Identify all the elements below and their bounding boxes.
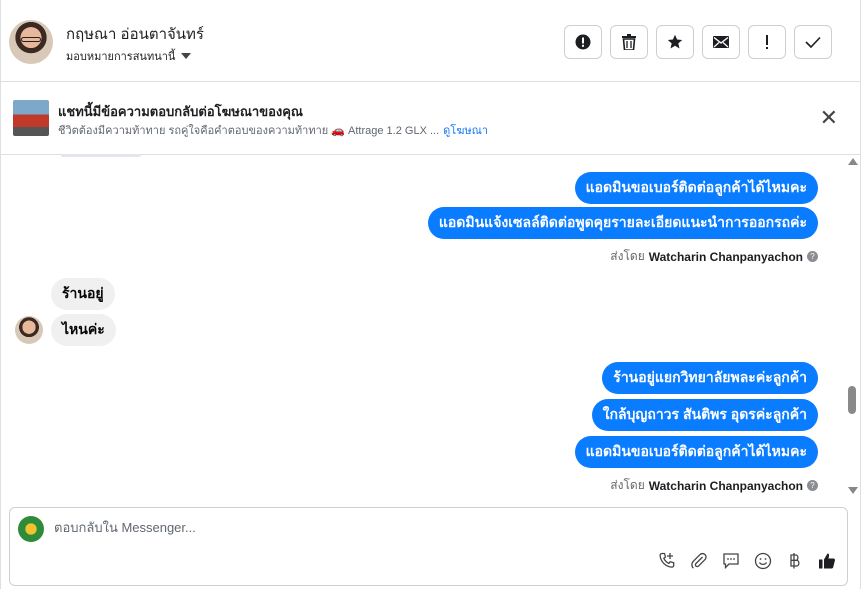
outgoing-message[interactable]: แอดมินขอเบอร์ติดต่อลูกค้าได้ไหมคะ bbox=[574, 436, 818, 468]
follow-up-button[interactable] bbox=[748, 25, 786, 59]
scroll-up-arrow-icon[interactable] bbox=[848, 158, 858, 165]
envelope-icon bbox=[713, 36, 729, 48]
message-thread: แอดมินขอเบอร์ติดต่อลูกค้าได้ไหมคะ แอดมิน… bbox=[1, 154, 845, 496]
delete-button[interactable] bbox=[610, 25, 648, 59]
conversation-header: กฤษณา อ่อนตาจันทร์ มอบหมายการสนทนานี้ bbox=[1, 0, 861, 82]
ad-description: ชีวิตต้องมีความท้าทาย รถคู่ใจคือคำตอบของ… bbox=[58, 125, 440, 137]
outgoing-message[interactable]: แอดมินแจ้งเซลล์ติดต่อพูดคุยรายละเอียดแนะ… bbox=[427, 207, 818, 239]
sent-by-label: ส่งโดย Watcharin Chanpanyachon ? bbox=[610, 247, 818, 266]
incoming-message[interactable]: ไหนค่ะ bbox=[51, 314, 116, 346]
alert-circle-icon bbox=[575, 34, 591, 50]
sent-by-name: Watcharin Chanpanyachon bbox=[648, 249, 803, 264]
call-add-icon[interactable] bbox=[657, 551, 677, 571]
star-button[interactable] bbox=[656, 25, 694, 59]
outgoing-message[interactable]: ใกล้บุญถาวร สันติพร อุดรค่ะลูกค้า bbox=[591, 399, 818, 431]
spam-button[interactable] bbox=[564, 25, 602, 59]
incoming-message[interactable]: ร้านอยู่ bbox=[51, 278, 115, 310]
like-icon[interactable] bbox=[817, 551, 837, 571]
ad-title: แชทนี้มีข้อความตอบกลับต่อโฆษณาของคุณ bbox=[58, 104, 303, 119]
exclamation-icon bbox=[766, 35, 768, 49]
saved-replies-icon[interactable] bbox=[721, 551, 741, 571]
done-button[interactable] bbox=[794, 25, 832, 59]
sent-by-label: ส่งโดย Watcharin Chanpanyachon ? bbox=[610, 476, 818, 495]
reply-composer bbox=[9, 507, 848, 586]
view-ad-link[interactable]: ดูโฆษณา bbox=[443, 125, 488, 137]
previous-message-edge bbox=[61, 154, 141, 157]
conversation-panel: กฤษณา อ่อนตาจันทร์ มอบหมายการสนทนานี้ แช… bbox=[0, 0, 861, 589]
assign-conversation-dropdown[interactable]: มอบหมายการสนทนานี้ bbox=[66, 47, 192, 65]
check-icon bbox=[805, 36, 821, 48]
star-icon bbox=[667, 34, 683, 49]
sent-by-name: Watcharin Chanpanyachon bbox=[648, 478, 803, 493]
assign-label: มอบหมายการสนทนานี้ bbox=[66, 51, 176, 63]
ad-subtitle: ชีวิตต้องมีความท้าทาย รถคู่ใจคือคำตอบของ… bbox=[58, 121, 488, 139]
sent-by-prefix: ส่งโดย bbox=[610, 249, 645, 263]
attachment-icon[interactable] bbox=[689, 551, 709, 571]
outgoing-message[interactable]: ร้านอยู่แยกวิทยาลัยพละค่ะลูกค้า bbox=[602, 362, 818, 394]
payment-icon[interactable] bbox=[785, 551, 805, 571]
close-icon[interactable]: ✕ bbox=[820, 107, 838, 129]
help-icon[interactable]: ? bbox=[807, 251, 818, 262]
ad-thumbnail[interactable] bbox=[13, 100, 49, 136]
contact-name[interactable]: กฤษณา อ่อนตาจันทร์ bbox=[66, 22, 204, 46]
outgoing-message[interactable]: แอดมินขอเบอร์ติดต่อลูกค้าได้ไหมคะ bbox=[574, 172, 818, 204]
contact-avatar-small bbox=[15, 316, 43, 344]
header-actions bbox=[564, 25, 832, 59]
scrollbar-thumb[interactable] bbox=[848, 386, 856, 414]
page-avatar bbox=[18, 516, 44, 542]
reply-input[interactable] bbox=[54, 520, 754, 535]
ad-reply-banner: แชทนี้มีข้อความตอบกลับต่อโฆษณาของคุณ ชีว… bbox=[1, 83, 861, 155]
mark-unread-button[interactable] bbox=[702, 25, 740, 59]
trash-icon bbox=[622, 34, 636, 50]
caret-down-icon bbox=[181, 53, 192, 59]
thread-scrollbar[interactable] bbox=[845, 156, 860, 496]
composer-tools bbox=[657, 551, 837, 571]
help-icon[interactable]: ? bbox=[807, 480, 818, 491]
contact-avatar[interactable] bbox=[9, 20, 53, 64]
scroll-down-arrow-icon[interactable] bbox=[848, 487, 858, 494]
sent-by-prefix: ส่งโดย bbox=[610, 478, 645, 492]
emoji-icon[interactable] bbox=[753, 551, 773, 571]
